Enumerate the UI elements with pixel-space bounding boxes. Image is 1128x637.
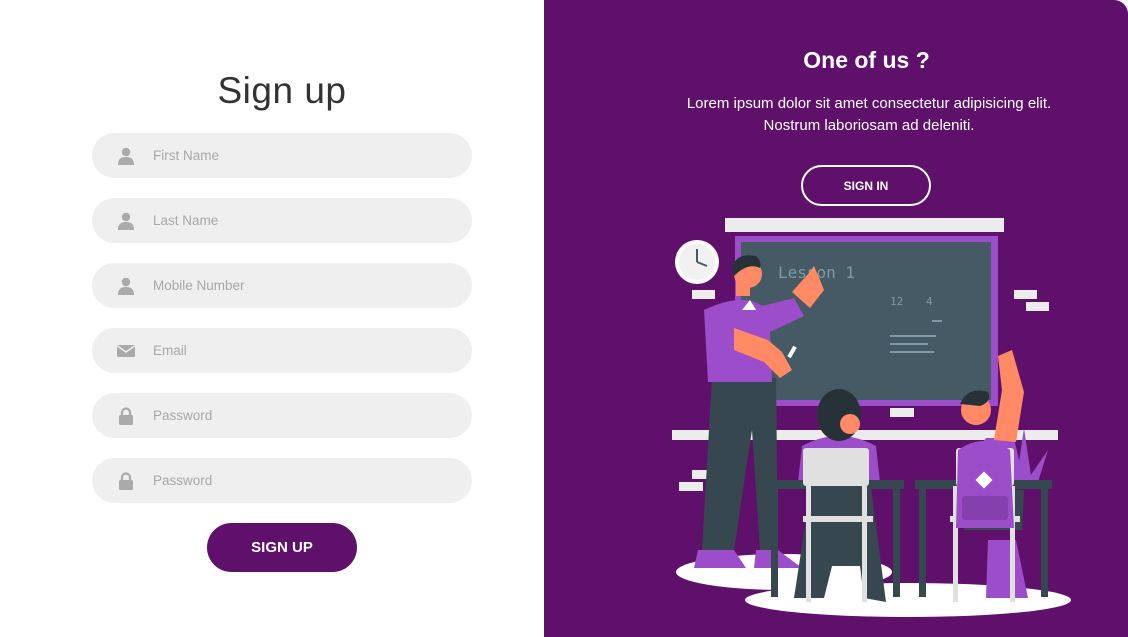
signup-button[interactable]: SIGN UP	[207, 523, 357, 572]
first-name-input[interactable]	[153, 133, 453, 178]
classroom-illustration: Lesson 1 12 4	[672, 218, 1071, 617]
wall-clock-icon	[675, 240, 719, 284]
confirm-password-input[interactable]	[153, 458, 453, 503]
backpack-icon	[956, 441, 1014, 528]
mobile-number-input[interactable]	[153, 263, 453, 308]
last-name-input[interactable]	[153, 198, 453, 243]
board-top-strip	[725, 218, 1004, 232]
signin-panel: One of us ? Lorem ipsum dolor sit amet c…	[544, 0, 1128, 637]
lock-icon	[119, 407, 133, 425]
user-icon	[118, 277, 134, 295]
panel-description: Lorem ipsum dolor sit amet consectetur a…	[686, 95, 1052, 134]
confirm-password-field[interactable]	[92, 458, 472, 503]
password-input[interactable]	[153, 393, 453, 438]
last-name-field[interactable]	[92, 198, 472, 243]
signin-button[interactable]: SIGN IN	[801, 165, 931, 206]
signup-title: Sign up	[217, 70, 347, 111]
mobile-number-field[interactable]	[92, 263, 472, 308]
first-name-field[interactable]	[92, 133, 472, 178]
user-icon	[118, 147, 134, 165]
panel-title: One of us ?	[803, 47, 930, 73]
password-field[interactable]	[92, 393, 472, 438]
lock-icon	[119, 472, 133, 490]
user-icon	[118, 212, 134, 230]
email-field[interactable]	[92, 328, 472, 373]
email-input[interactable]	[153, 328, 453, 373]
board-number-2: 4	[926, 295, 933, 308]
signup-panel: Sign up First Name Last Name Mobile Numb…	[0, 0, 544, 637]
board-number-1: 12	[890, 295, 903, 308]
envelope-icon	[117, 345, 135, 357]
